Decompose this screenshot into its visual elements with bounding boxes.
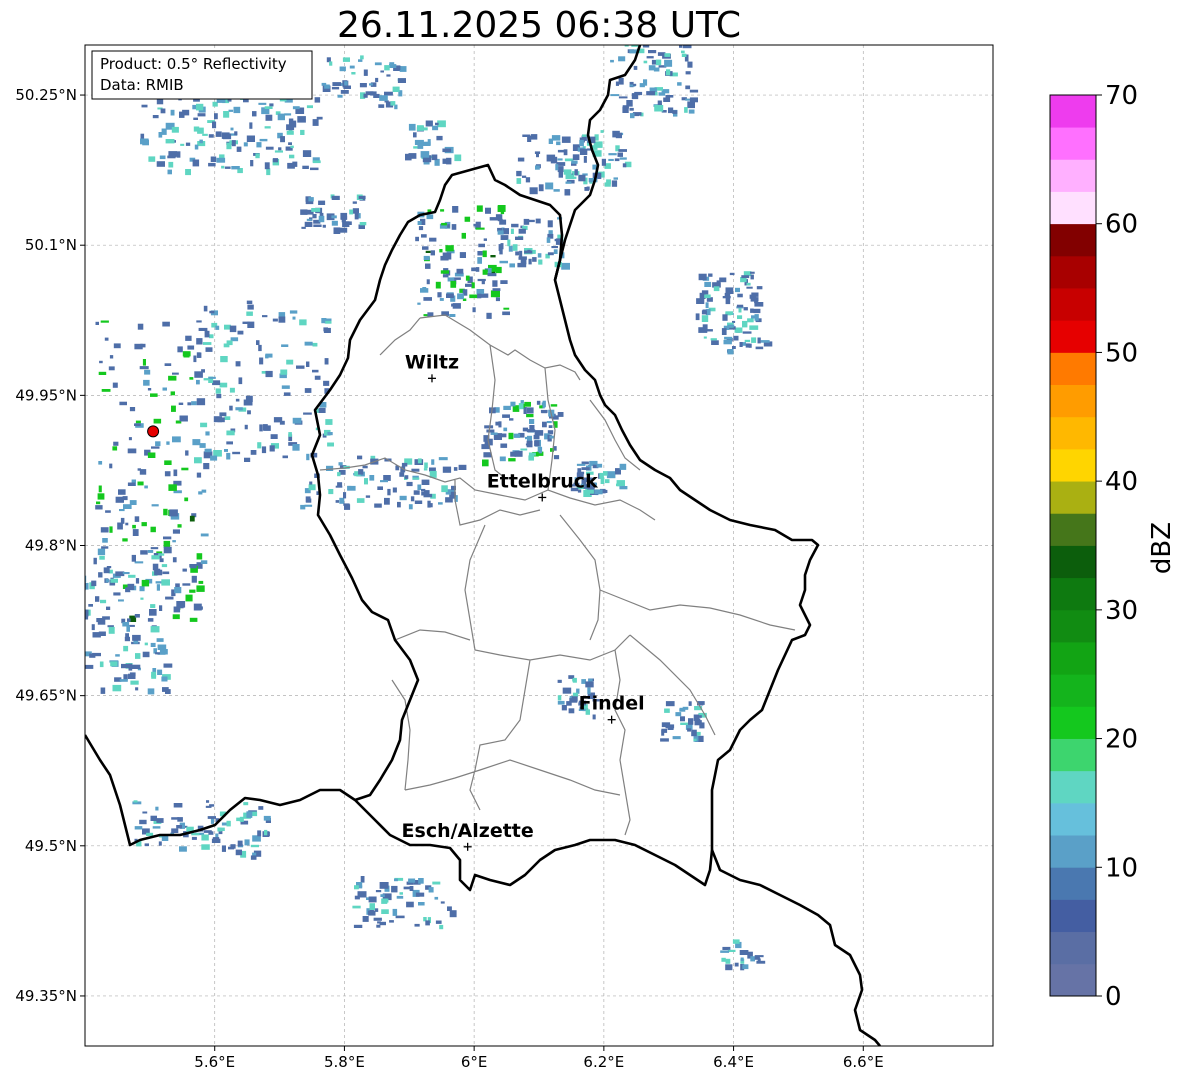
colorbar-swatches xyxy=(1050,95,1096,997)
colorbar-swatch xyxy=(1050,352,1096,386)
colorbar-swatch xyxy=(1050,899,1096,933)
colorbar-swatch xyxy=(1050,416,1096,450)
colorbar-label: dBZ xyxy=(1147,522,1177,574)
colorbar-swatch xyxy=(1050,95,1096,128)
colorbar: 0 10 20 30 40 50 60 70 dBZ xyxy=(1049,81,1177,1012)
colorbar-swatch xyxy=(1050,191,1096,225)
colorbar-swatch xyxy=(1050,706,1096,739)
colorbar-swatch xyxy=(1050,481,1096,514)
colorbar-swatch xyxy=(1050,320,1096,353)
colorbar-tick-label: 60 xyxy=(1105,210,1138,240)
colorbar-tick-label: 0 xyxy=(1105,982,1122,1012)
colorbar-swatch xyxy=(1050,642,1096,675)
colorbar-swatch xyxy=(1050,867,1096,900)
colorbar-swatch xyxy=(1050,577,1096,611)
colorbar-swatch xyxy=(1050,288,1096,321)
colorbar-tick-label: 20 xyxy=(1105,725,1138,755)
colorbar-swatch xyxy=(1050,931,1096,965)
colorbar-swatch xyxy=(1050,159,1096,192)
colorbar-swatch xyxy=(1050,802,1096,836)
colorbar-swatch xyxy=(1050,448,1096,482)
colorbar-swatch xyxy=(1050,674,1096,707)
colorbar-tick-label: 10 xyxy=(1105,853,1138,883)
colorbar-tick-label: 70 xyxy=(1105,81,1138,111)
colorbar-swatch xyxy=(1050,835,1096,868)
colorbar-swatch xyxy=(1050,770,1096,804)
colorbar-swatch xyxy=(1050,609,1096,643)
colorbar-swatch xyxy=(1050,127,1096,160)
colorbar-tick-label: 30 xyxy=(1105,596,1138,626)
colorbar-swatch xyxy=(1050,545,1096,579)
colorbar-tick-label: 50 xyxy=(1105,338,1138,368)
colorbar-tick-label: 40 xyxy=(1105,467,1138,497)
colorbar-swatch xyxy=(1050,738,1096,772)
colorbar-swatch xyxy=(1050,513,1096,546)
colorbar-swatch xyxy=(1050,255,1096,289)
colorbar-swatch xyxy=(1050,963,1096,997)
colorbar-swatch xyxy=(1050,223,1096,257)
colorbar-ticks: 0 10 20 30 40 50 60 70 xyxy=(1096,81,1138,1012)
colorbar-swatch xyxy=(1050,384,1096,418)
